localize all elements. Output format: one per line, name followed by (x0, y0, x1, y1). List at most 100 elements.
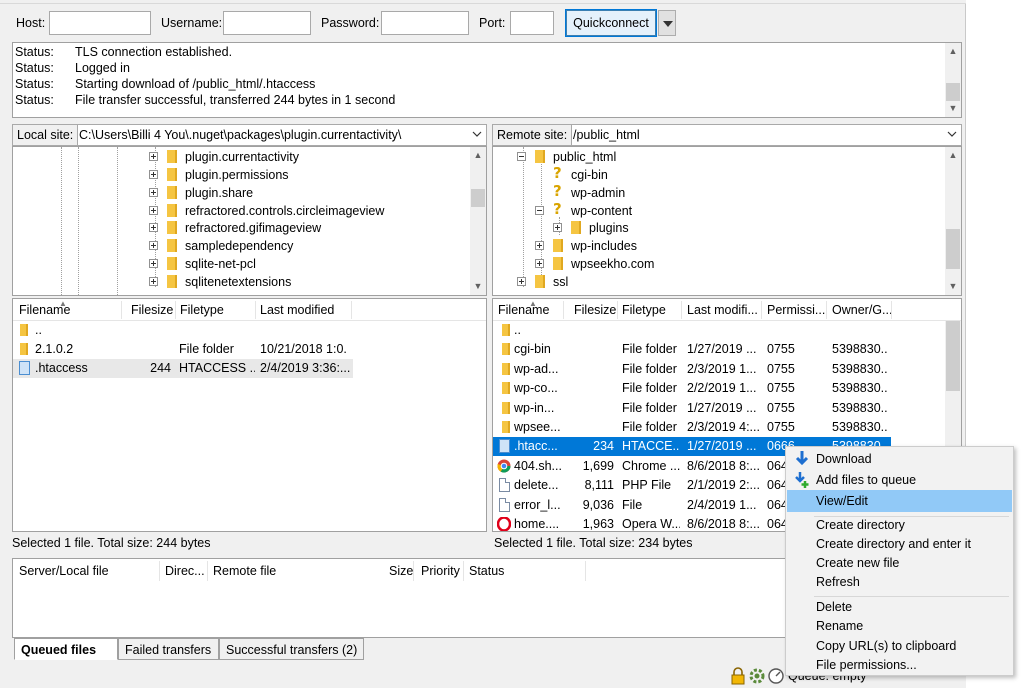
expand-icon[interactable] (535, 259, 544, 268)
file-row[interactable]: wp-ad... File folder 2/3/2019 1... 0755 5398… (493, 360, 891, 379)
scroll-thumb[interactable] (471, 189, 485, 207)
cell-perm: 0755 (767, 342, 795, 357)
expand-icon[interactable] (149, 259, 158, 268)
cell-name: home.... (514, 517, 560, 531)
scroll-thumb[interactable] (946, 229, 960, 269)
file-row[interactable]: .. (13, 321, 353, 340)
chevron-down-icon[interactable] (947, 129, 957, 139)
context-menu: Download Add files to queue View/Edit Cr… (785, 446, 1014, 676)
folder-icon (533, 150, 545, 163)
column-header[interactable]: Permissi... (767, 303, 825, 317)
file-row[interactable]: wp-co... File folder 2/2/2019 1... 0755 5398… (493, 379, 891, 398)
expand-icon[interactable] (149, 170, 158, 179)
cell-type: File folder (622, 381, 677, 396)
menu-item-refresh[interactable]: Refresh (788, 572, 1011, 592)
collapse-icon[interactable] (517, 152, 526, 161)
menu-item-add-to-queue[interactable]: Add files to queue (788, 470, 1011, 490)
folder-icon (569, 221, 581, 234)
username-input[interactable] (223, 11, 311, 35)
cell-type: Chrome ... (622, 458, 680, 473)
menu-item-delete[interactable]: Delete (788, 597, 1011, 617)
scroll-thumb[interactable] (946, 83, 960, 101)
menu-item-create-directory[interactable]: Create directory (788, 515, 1011, 535)
remote-site-label: Remote site: (493, 125, 573, 145)
menu-item-create-directory-enter[interactable]: Create directory and enter it (788, 534, 1011, 554)
local-file-list[interactable]: ▲ Filename Filesize Filetype Last modifi… (12, 298, 487, 532)
menu-item-copy-url[interactable]: Copy URL(s) to clipboard (788, 636, 1011, 656)
chrome-icon (497, 459, 511, 473)
expand-icon[interactable] (149, 223, 158, 232)
column-header[interactable]: Last modified (260, 303, 334, 317)
expand-icon[interactable] (553, 223, 562, 232)
log-scrollbar[interactable]: ▲ ▼ (945, 43, 961, 117)
column-header[interactable]: Remote file (213, 564, 276, 578)
quickconnect-dropdown-button[interactable] (658, 10, 676, 36)
column-header[interactable]: Last modifi... (687, 303, 758, 317)
column-header[interactable]: Priority (421, 564, 460, 578)
scroll-down-icon[interactable]: ▼ (948, 281, 958, 291)
expand-icon[interactable] (149, 188, 158, 197)
column-header[interactable]: Direc... (165, 564, 205, 578)
menu-item-rename[interactable]: Rename (788, 616, 1011, 636)
tab-queued-files[interactable]: Queued files (14, 638, 118, 660)
column-header[interactable]: Owner/G... (832, 303, 892, 317)
remote-directory-tree[interactable]: public_html ? cgi-bin ? wp-admin ? wp-conte… (492, 146, 962, 296)
scroll-down-icon[interactable]: ▼ (473, 281, 483, 291)
cell-owner: 5398830... (832, 381, 888, 396)
scroll-up-icon[interactable]: ▲ (948, 150, 958, 160)
local-site-label: Local site: (13, 125, 79, 145)
column-header[interactable]: Filetype (622, 303, 666, 317)
file-row[interactable]: 2.1.0.2 File folder 10/21/2018 1:0... (13, 340, 353, 359)
expand-icon[interactable] (149, 277, 158, 286)
host-input[interactable] (49, 11, 151, 35)
folder-icon (533, 275, 545, 288)
speed-limit-icon (768, 668, 784, 684)
menu-item-file-permissions[interactable]: File permissions... (788, 655, 1011, 675)
column-header[interactable]: Filesize (574, 303, 616, 317)
message-log[interactable]: Status: TLS connection established. Statu… (12, 42, 962, 118)
menu-item-create-new-file[interactable]: Create new file (788, 553, 1011, 573)
expand-icon[interactable] (535, 241, 544, 250)
cell-name: wp-co... (514, 381, 558, 396)
remote-site-path[interactable]: /public_html (573, 128, 640, 142)
column-header[interactable]: Server/Local file (19, 564, 109, 578)
column-header[interactable]: Size (389, 564, 413, 578)
remote-tree-scrollbar[interactable]: ▲ ▼ (945, 147, 961, 295)
file-row[interactable]: .. (493, 321, 891, 340)
file-row[interactable]: wp-in... File folder 1/27/2019 ... 0755 5398… (493, 399, 891, 418)
folder-icon (499, 420, 513, 434)
local-tree-scrollbar[interactable]: ▲ ▼ (470, 147, 486, 295)
collapse-icon[interactable] (535, 206, 544, 215)
cell-modified: 1/27/2019 ... (687, 439, 757, 454)
local-site-path[interactable]: C:\Users\Billi 4 You\.nuget\packages\plu… (79, 128, 401, 142)
tab-failed-transfers[interactable]: Failed transfers (118, 638, 219, 660)
expand-icon[interactable] (149, 206, 158, 215)
column-header[interactable]: Status (469, 564, 504, 578)
expand-icon[interactable] (149, 241, 158, 250)
scroll-up-icon[interactable]: ▲ (473, 150, 483, 160)
column-header[interactable]: Filename (498, 303, 549, 317)
tab-successful-transfers[interactable]: Successful transfers (2) (219, 638, 364, 660)
chevron-down-icon[interactable] (472, 129, 482, 139)
password-input[interactable] (381, 11, 469, 35)
local-directory-tree[interactable]: plugin.currentactivity plugin.permission… (12, 146, 487, 296)
file-row-selected[interactable]: .htaccess 244 HTACCESS ... 2/4/2019 3:36… (13, 359, 353, 378)
chevron-down-icon (663, 21, 673, 27)
menu-item-view-edit[interactable]: View/Edit (787, 490, 1012, 512)
cell-name: wp-in... (514, 400, 555, 415)
column-header[interactable]: Filetype (180, 303, 224, 317)
expand-icon[interactable] (517, 277, 526, 286)
cell-name: .htacc... (514, 439, 558, 454)
file-row[interactable]: wpsee... File folder 2/3/2019 4:... 0755 539… (493, 418, 891, 437)
column-header[interactable]: Filesize (131, 303, 173, 317)
scroll-up-icon[interactable]: ▲ (948, 46, 958, 56)
scroll-down-icon[interactable]: ▼ (948, 103, 958, 113)
menu-item-download[interactable]: Download (788, 449, 1011, 469)
port-input[interactable] (510, 11, 554, 35)
column-header[interactable]: Filename (19, 303, 70, 317)
quickconnect-button[interactable]: Quickconnect (565, 9, 657, 37)
expand-icon[interactable] (149, 152, 158, 161)
file-row[interactable]: cgi-bin File folder 1/27/2019 ... 0755 53988… (493, 340, 891, 359)
unknown-folder-icon: ? (553, 164, 562, 182)
scroll-thumb[interactable] (946, 321, 960, 391)
